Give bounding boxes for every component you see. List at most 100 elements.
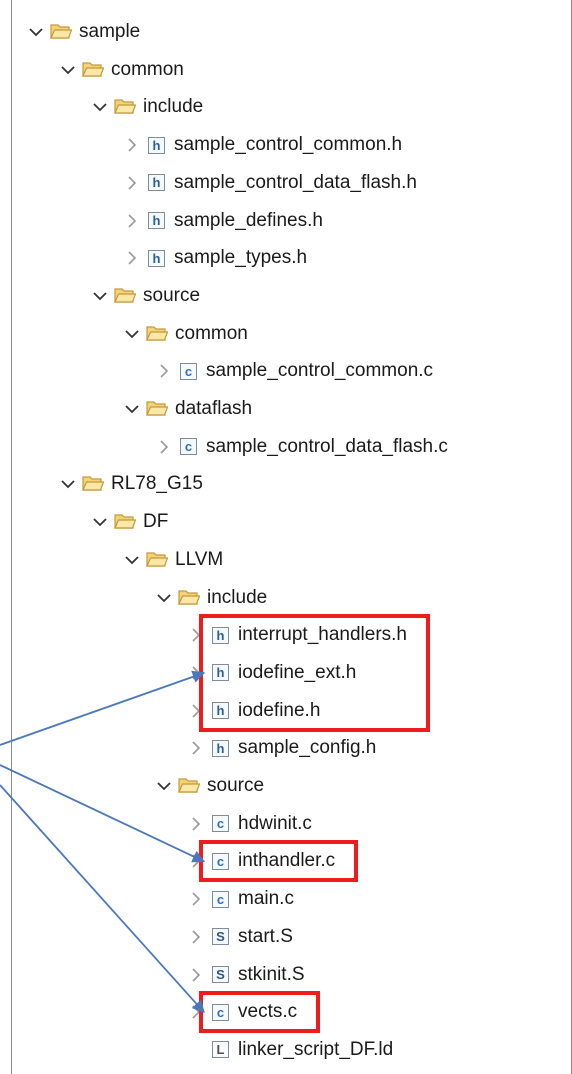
tree-folder-common[interactable]: common <box>122 315 248 353</box>
tree-item-label: stkinit.S <box>238 963 305 985</box>
assembly-file-icon: S <box>212 966 229 983</box>
tree-folder-include[interactable]: include <box>154 579 267 617</box>
tree-file-inthandler-c[interactable]: c inthandler.c <box>186 842 335 880</box>
tree-file-iodefine-h[interactable]: h iodefine.h <box>186 692 320 730</box>
chevron-right-icon[interactable] <box>186 889 206 909</box>
tree-folder-include[interactable]: include <box>90 88 203 126</box>
header-file-icon: h <box>148 249 165 267</box>
chevron-down-icon[interactable] <box>122 550 142 570</box>
c-source-file-icon: c <box>212 852 229 870</box>
tree-file-hdwinit-c[interactable]: c hdwinit.c <box>186 805 312 843</box>
open-folder-icon <box>50 21 72 43</box>
chevron-right-icon[interactable] <box>186 663 206 683</box>
tree-file-iodefine-ext-h[interactable]: h iodefine_ext.h <box>186 654 356 692</box>
tree-item-label: source <box>143 284 201 306</box>
tree-item-label: sample_control_common.c <box>206 360 434 382</box>
chevron-right-icon[interactable] <box>154 437 174 457</box>
tree-folder-sample[interactable]: sample <box>26 13 140 51</box>
tree-folder-llvm[interactable]: LLVM <box>122 541 223 579</box>
chevron-right-icon[interactable] <box>186 965 206 985</box>
tree-item-label: RL78_G15 <box>111 473 203 495</box>
tree-file-sample-control-common-h[interactable]: h sample_control_common.h <box>122 126 402 164</box>
chevron-down-icon[interactable] <box>26 22 46 42</box>
tree-file-linker-script-df-ld[interactable]: Llinker_script_DF.ld <box>186 1031 393 1069</box>
tree-file-sample-types-h[interactable]: h sample_types.h <box>122 239 307 277</box>
tree-folder-source[interactable]: source <box>90 277 200 315</box>
chevron-right-icon[interactable] <box>186 625 206 645</box>
chevron-right-icon[interactable] <box>186 738 206 758</box>
tree-item-label: common <box>175 322 248 344</box>
chevron-down-icon[interactable] <box>90 512 110 532</box>
tree-item-label: sample_types.h <box>174 247 308 269</box>
tree-item-label: DF <box>143 511 169 533</box>
chevron-right-icon[interactable] <box>122 211 142 231</box>
tree-item-label: LLVM <box>175 548 224 570</box>
chevron-right-icon[interactable] <box>186 814 206 834</box>
tree-item-label: sample <box>79 21 141 42</box>
chevron-down-icon[interactable] <box>154 588 174 608</box>
open-folder-icon <box>114 285 136 307</box>
tree-file-sample-config-h[interactable]: h sample_config.h <box>186 729 376 767</box>
tree-item-label: linker_script_DF.ld <box>238 1038 394 1060</box>
tree-item-label: hdwinit.c <box>238 812 312 834</box>
chevron-right-icon[interactable] <box>186 701 206 721</box>
chevron-down-icon[interactable] <box>58 474 78 494</box>
open-folder-icon <box>178 775 200 797</box>
tree-item-label: sample_control_common.h <box>174 134 403 156</box>
chevron-right-icon[interactable] <box>154 361 174 381</box>
open-folder-icon <box>82 473 104 495</box>
tree-item-label: iodefine_ext.h <box>238 661 357 683</box>
tree-folder-df[interactable]: DF <box>90 503 168 541</box>
c-source-file-icon: c <box>180 438 197 456</box>
chevron-down-icon[interactable] <box>90 286 110 306</box>
open-folder-icon <box>114 96 136 118</box>
open-folder-icon <box>146 323 168 345</box>
tree-folder-dataflash[interactable]: dataflash <box>122 390 252 428</box>
tree-file-vects-c[interactable]: c vects.c <box>186 993 297 1031</box>
tree-item-label: dataflash <box>175 398 253 419</box>
chevron-right-icon[interactable] <box>122 248 142 268</box>
tree-folder-common[interactable]: common <box>58 51 184 89</box>
tree-file-sample-control-common-c[interactable]: c sample_control_common.c <box>154 352 433 390</box>
chevron-down-icon[interactable] <box>58 60 78 80</box>
open-folder-icon <box>178 587 200 609</box>
tree-item-label: sample_defines.h <box>174 209 323 231</box>
header-file-icon: h <box>212 664 229 682</box>
header-file-icon: h <box>212 702 229 720</box>
tree-item-label: sample_control_data_flash.c <box>206 435 448 457</box>
assembly-file-icon: S <box>212 928 229 946</box>
chevron-right-icon[interactable] <box>122 173 142 193</box>
tree-item-label: vects.c <box>238 1001 298 1023</box>
tree-file-main-c[interactable]: c main.c <box>186 880 294 918</box>
tree-file-sample-control-data-flash-c[interactable]: c sample_control_data_flash.c <box>154 428 448 466</box>
tree-file-sample-defines-h[interactable]: h sample_defines.h <box>122 202 323 240</box>
tree-item-label: sample_config.h <box>238 737 377 759</box>
tree-file-start-s[interactable]: Sstart.S <box>186 918 293 956</box>
chevron-down-icon[interactable] <box>90 97 110 117</box>
c-source-file-icon: c <box>180 362 197 380</box>
tree-item-label: interrupt_handlers.h <box>238 624 407 646</box>
chevron-right-icon[interactable] <box>186 851 206 871</box>
c-source-file-icon: c <box>212 890 229 908</box>
tree-item-label: start.S <box>238 925 293 947</box>
chevron-down-icon[interactable] <box>122 399 142 419</box>
open-folder-icon <box>146 398 168 420</box>
open-folder-icon <box>114 511 136 533</box>
chevron-right-icon[interactable] <box>186 927 206 947</box>
chevron-right-icon[interactable] <box>186 1002 206 1022</box>
open-folder-icon <box>146 549 168 571</box>
header-file-icon: h <box>212 739 229 757</box>
chevron-down-icon[interactable] <box>122 324 142 344</box>
linker-script-file-icon: L <box>212 1041 229 1059</box>
tree-file-sample-control-data-flash-h[interactable]: h sample_control_data_flash.h <box>122 164 417 202</box>
tree-folder-source[interactable]: source <box>154 767 264 805</box>
tree-file-interrupt-handlers-h[interactable]: h interrupt_handlers.h <box>186 616 407 654</box>
tree-item-label: iodefine.h <box>238 699 321 721</box>
tree-file-stkinit-s[interactable]: Sstkinit.S <box>186 956 305 994</box>
chevron-right-icon[interactable] <box>122 135 142 155</box>
tree-item-label: include <box>143 96 204 118</box>
chevron-down-icon[interactable] <box>154 776 174 796</box>
header-file-icon: h <box>148 136 165 154</box>
open-folder-icon <box>82 59 104 81</box>
tree-folder-rl78-g15[interactable]: RL78_G15 <box>58 465 203 503</box>
